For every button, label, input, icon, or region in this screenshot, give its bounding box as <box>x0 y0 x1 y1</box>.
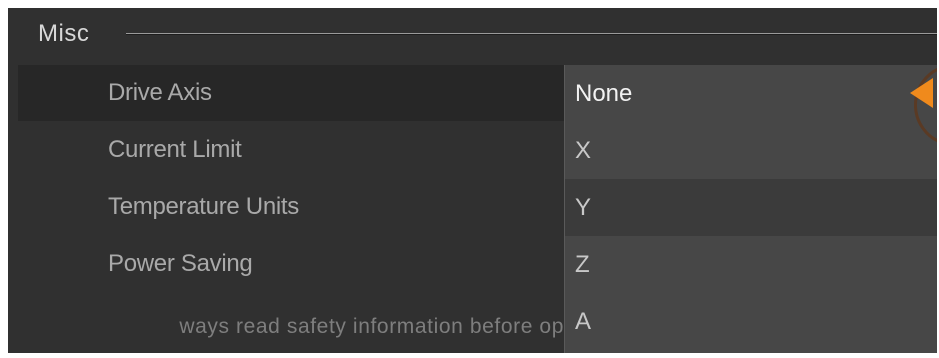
section-header-misc: Misc <box>8 8 937 60</box>
dropdown-option-label: X <box>575 137 592 164</box>
setting-row-drive-axis[interactable]: Drive Axis <box>18 65 570 121</box>
dropdown-option-none[interactable]: None <box>565 65 937 143</box>
dropdown-option-label: Z <box>575 251 590 278</box>
setting-label: Drive Axis <box>108 79 212 106</box>
dropdown-option-x[interactable]: X <box>565 122 937 179</box>
dropdown-option-z[interactable]: Z <box>565 236 937 293</box>
drive-axis-dropdown-list[interactable]: None X Y Z A <box>564 65 937 353</box>
setting-row-temperature-units[interactable]: Temperature Units <box>18 179 570 235</box>
section-divider <box>126 33 937 34</box>
dropdown-option-label: A <box>575 308 592 335</box>
section-title: Misc <box>38 20 90 47</box>
dropdown-option-label: None <box>575 80 633 107</box>
setting-row-power-saving[interactable]: Power Saving <box>18 236 570 292</box>
triangle-left-icon[interactable] <box>907 76 935 110</box>
safety-tip-text: ways read safety information before op <box>179 315 564 338</box>
setting-row-current-limit[interactable]: Current Limit <box>18 122 570 178</box>
dropdown-option-y[interactable]: Y <box>565 179 937 236</box>
setting-label: Temperature Units <box>108 193 299 220</box>
dropdown-option-label: Y <box>575 194 592 221</box>
dropdown-option-a[interactable]: A <box>565 293 937 350</box>
safety-tip: ways read safety information before op <box>8 308 564 348</box>
settings-panel: Misc Drive Axis Current Limit Temperatur… <box>8 8 937 353</box>
setting-label: Power Saving <box>108 250 253 277</box>
setting-label: Current Limit <box>108 136 242 163</box>
